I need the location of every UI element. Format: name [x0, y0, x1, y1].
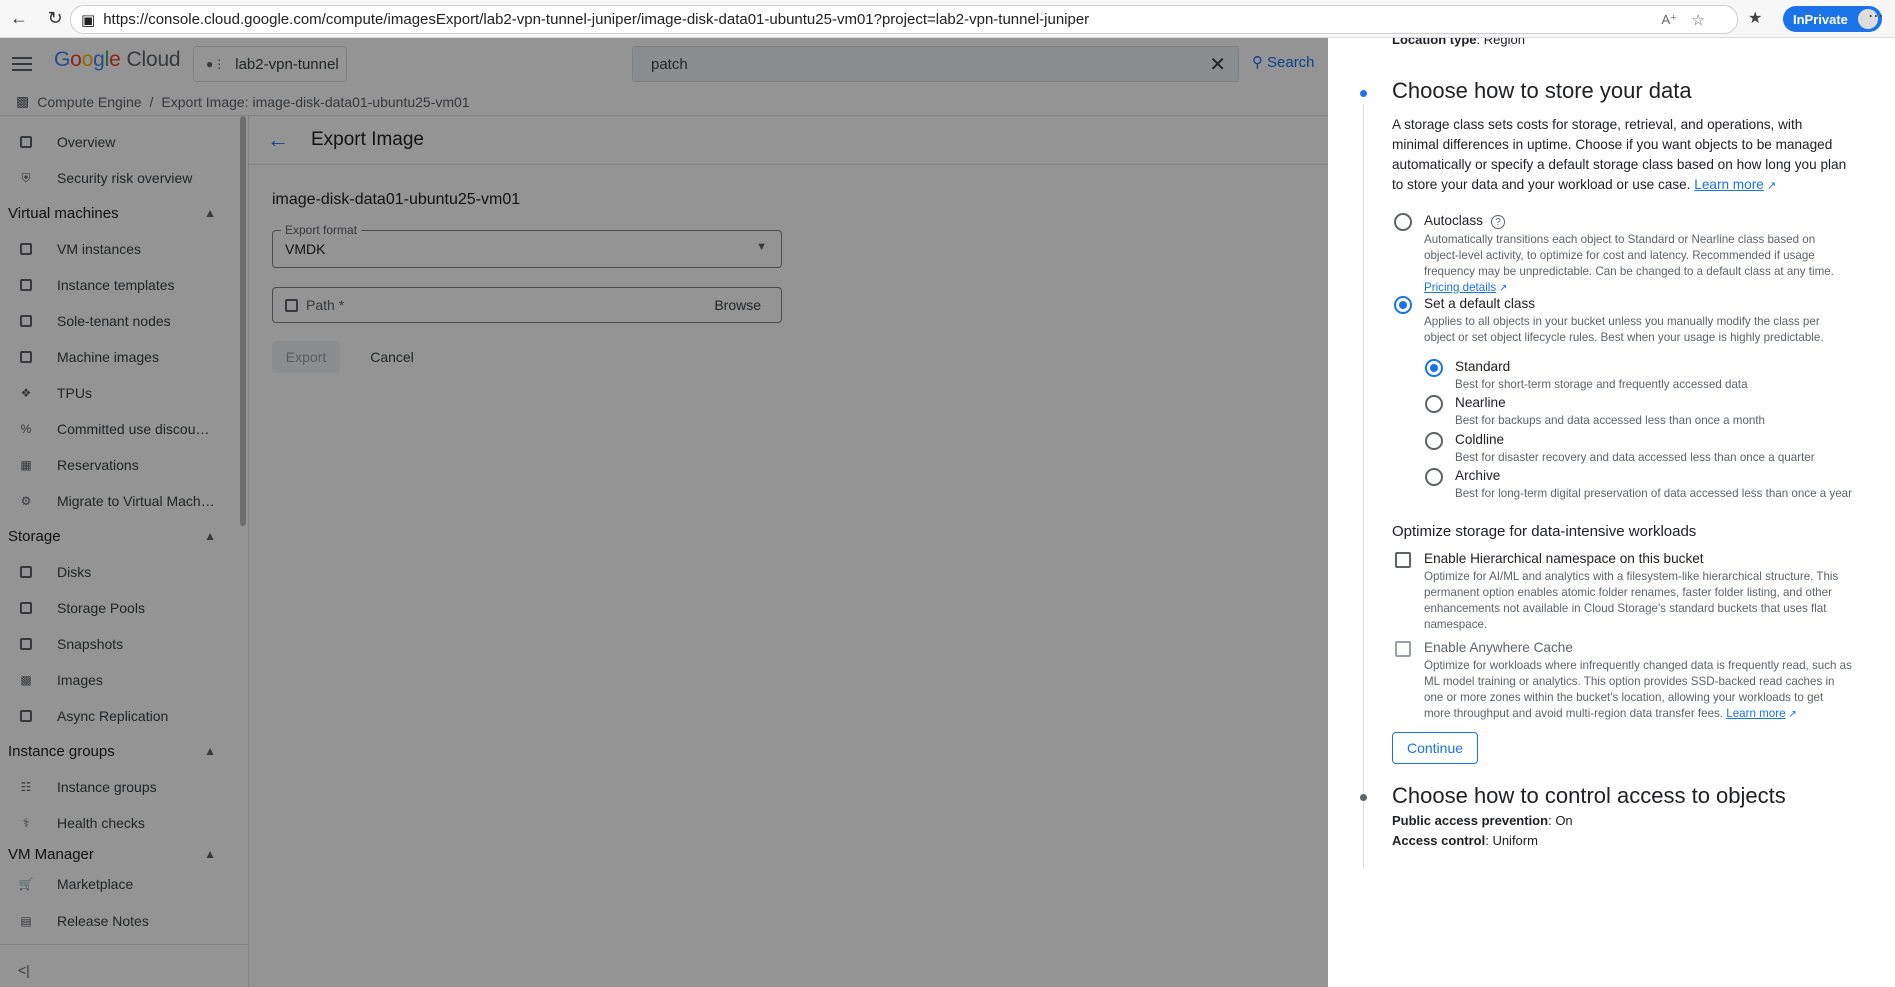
- step-connector: [1363, 104, 1364, 868]
- cache-learn-more-link[interactable]: Learn more: [1726, 707, 1785, 720]
- learn-more-link[interactable]: Learn more: [1694, 177, 1764, 192]
- autoclass-label: Autoclass: [1424, 213, 1483, 228]
- anywhere-cache-description: Optimize for workloads where infrequentl…: [1424, 658, 1852, 723]
- class-label: Archive: [1455, 468, 1501, 483]
- location-type-row: Location type: Region: [1392, 38, 1525, 47]
- desc-line: more throughput and avoid multi-region d…: [1424, 707, 1724, 720]
- desc-line: Optimize for AI/ML and analytics with a …: [1424, 570, 1839, 583]
- continue-button[interactable]: Continue: [1392, 732, 1478, 764]
- hns-description: Optimize for AI/ML and analytics with a …: [1424, 569, 1838, 633]
- standard-class-radio[interactable]: [1425, 359, 1443, 377]
- default-class-radio[interactable]: [1394, 296, 1412, 314]
- class-label: Coldline: [1455, 432, 1505, 447]
- desc-line: Automatically transitions each object to…: [1424, 233, 1816, 246]
- store-description: A storage class sets costs for storage, …: [1392, 115, 1872, 196]
- desc-line: automatically or specify a default stora…: [1392, 157, 1847, 172]
- desc-line: enhancements not available in Cloud Stor…: [1424, 602, 1827, 615]
- favorites-icon[interactable]: ★: [1748, 8, 1762, 28]
- public-access-value: On: [1555, 813, 1573, 828]
- site-info-icon[interactable]: ▣: [81, 11, 95, 29]
- autoclass-radio[interactable]: [1394, 213, 1412, 231]
- anywhere-cache-label: Enable Anywhere Cache: [1424, 640, 1573, 655]
- public-access-row: Public access prevention: On: [1392, 813, 1573, 828]
- archive-class-radio[interactable]: [1425, 468, 1443, 486]
- store-data-heading: Choose how to store your data: [1392, 78, 1692, 103]
- external-link-icon: ↗: [1785, 709, 1797, 720]
- more-menu-icon[interactable]: ⋯: [1868, 6, 1884, 26]
- class-description: Best for long-term digital preservation …: [1455, 487, 1852, 500]
- desc-line: Optimize for workloads where infrequentl…: [1424, 659, 1852, 672]
- back-icon[interactable]: ←: [8, 8, 30, 30]
- class-description: Best for disaster recovery and data acce…: [1455, 451, 1815, 464]
- pricing-details-link[interactable]: Pricing details: [1424, 281, 1496, 294]
- url-text: https://console.cloud.google.com/compute…: [103, 11, 1090, 28]
- default-class-description: Applies to all objects in your bucket un…: [1424, 314, 1824, 346]
- hns-checkbox[interactable]: [1395, 552, 1411, 568]
- desc-line: object or set object lifecycle rules. Be…: [1424, 331, 1824, 344]
- access-control-heading: Choose how to control access to objects: [1392, 783, 1786, 808]
- step-active-indicator: [1360, 90, 1367, 97]
- desc-line: object-level activity, to optimize for c…: [1424, 249, 1815, 262]
- browser-toolbar: ← ↻ ▣ https://console.cloud.google.com/c…: [0, 0, 1895, 38]
- default-class-label: Set a default class: [1424, 296, 1536, 311]
- inprivate-label: InPrivate: [1793, 11, 1848, 27]
- access-control-value: Uniform: [1492, 833, 1538, 848]
- class-description: Best for short-term storage and frequent…: [1455, 378, 1748, 391]
- desc-line: A storage class sets costs for storage, …: [1392, 117, 1803, 132]
- read-aloud-icon[interactable]: A⁺: [1661, 12, 1677, 28]
- location-type-value: Region: [1483, 38, 1525, 47]
- address-bar[interactable]: ▣ https://console.cloud.google.com/compu…: [70, 5, 1738, 34]
- step-inactive-indicator: [1360, 794, 1367, 801]
- access-control-row: Access control: Uniform: [1392, 833, 1538, 848]
- coldline-class-radio[interactable]: [1425, 432, 1443, 450]
- class-description: Best for backups and data accessed less …: [1455, 414, 1766, 427]
- nearline-class-radio[interactable]: [1425, 395, 1443, 413]
- desc-line: frequency may be unpredictable. Can be c…: [1424, 265, 1834, 278]
- access-control-key: Access control: [1392, 833, 1486, 848]
- desc-line: to store your data and your workload or …: [1392, 177, 1691, 192]
- location-type-key: Location type: [1392, 38, 1477, 47]
- external-link-icon: ↗: [1763, 180, 1777, 192]
- desc-line: one or more zones within the bucket's lo…: [1424, 691, 1824, 704]
- desc-line: Applies to all objects in your bucket un…: [1424, 315, 1820, 328]
- external-link-icon: ↗: [1496, 283, 1508, 294]
- hns-label: Enable Hierarchical namespace on this bu…: [1424, 551, 1704, 566]
- desc-line: permanent option enables atomic folder r…: [1424, 586, 1832, 599]
- public-access-key: Public access prevention: [1392, 813, 1549, 828]
- favorite-star-icon[interactable]: ☆: [1692, 11, 1705, 29]
- help-icon[interactable]: ?: [1491, 215, 1505, 229]
- anywhere-cache-checkbox[interactable]: [1395, 641, 1411, 657]
- desc-line: namespace.: [1424, 618, 1488, 631]
- desc-line: ML model training or analytics. This opt…: [1424, 675, 1835, 688]
- class-label: Nearline: [1455, 395, 1506, 410]
- create-bucket-panel: Location type: Region Choose how to stor…: [1328, 38, 1895, 987]
- refresh-icon[interactable]: ↻: [44, 8, 66, 30]
- autoclass-description: Automatically transitions each object to…: [1424, 232, 1834, 297]
- modal-backdrop[interactable]: [0, 38, 1328, 987]
- optimize-heading: Optimize storage for data-intensive work…: [1392, 523, 1697, 540]
- class-label: Standard: [1455, 359, 1511, 374]
- desc-line: minimal differences in uptime. Choose if…: [1392, 137, 1833, 152]
